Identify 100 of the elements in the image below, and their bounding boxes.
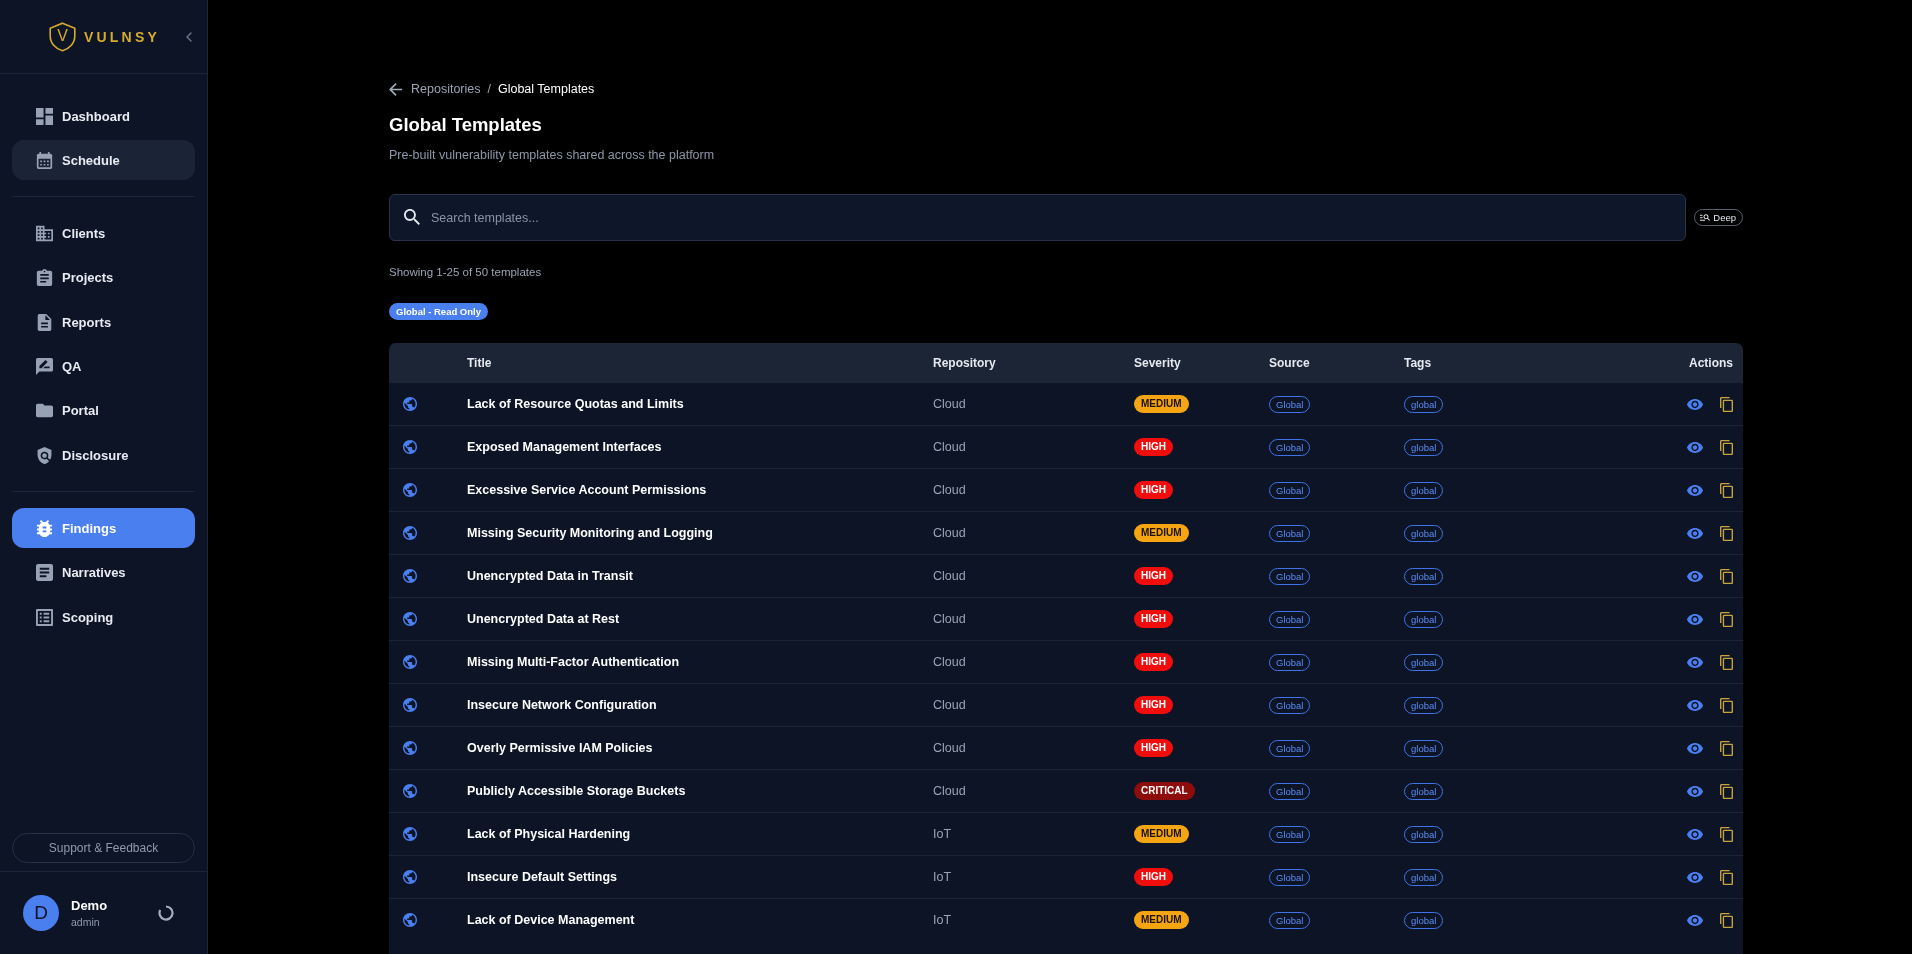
template-title[interactable]: Unencrypted Data in Transit <box>467 569 633 583</box>
search-field[interactable]: Search templates... <box>389 194 1687 241</box>
copy-icon <box>1720 783 1733 799</box>
copy-button[interactable] <box>1720 525 1733 541</box>
copy-icon <box>1720 826 1733 842</box>
template-title[interactable]: Unencrypted Data at Rest <box>467 612 620 626</box>
template-title[interactable]: Insecure Network Configuration <box>467 698 657 712</box>
copy-button[interactable] <box>1720 439 1733 455</box>
deep-search-button[interactable]: Deep <box>1694 209 1743 226</box>
page-subtitle: Pre-built vulnerability templates shared across the platform <box>389 147 716 163</box>
bug-icon <box>36 519 53 537</box>
eye-icon <box>1687 742 1703 754</box>
sidebar-nav-item[interactable]: Schedule <box>12 140 195 181</box>
view-button[interactable] <box>1687 871 1703 883</box>
template-title[interactable]: Insecure Default Settings <box>467 870 618 884</box>
breadcrumb-link[interactable]: Repositories <box>411 82 481 96</box>
sidebar-nav-item[interactable]: Projects <box>12 257 195 298</box>
view-button[interactable] <box>1687 398 1703 410</box>
template-title[interactable]: Exposed Management Interfaces <box>467 440 662 454</box>
sidebar-nav-item[interactable]: Narratives <box>12 552 195 593</box>
globe-icon <box>403 483 417 497</box>
view-button[interactable] <box>1687 656 1703 668</box>
copy-button[interactable] <box>1720 697 1733 713</box>
sidebar-nav-item[interactable]: Dashboard <box>12 96 195 136</box>
template-title[interactable]: Missing Multi-Factor Authentication <box>467 655 680 669</box>
collapse-button[interactable] <box>185 30 193 43</box>
template-title[interactable]: Lack of Device Management <box>467 913 635 927</box>
template-title[interactable]: Lack of Resource Quotas and Limits <box>467 397 684 411</box>
view-button[interactable] <box>1687 914 1703 926</box>
copy-button[interactable] <box>1720 740 1733 756</box>
globe-icon <box>403 526 417 540</box>
eye-icon <box>1687 613 1703 625</box>
copy-button[interactable] <box>1720 654 1733 670</box>
sidebar-nav-item[interactable]: Portal <box>12 390 195 431</box>
eye-icon <box>1687 828 1703 840</box>
globe-icon <box>403 397 417 411</box>
copy-icon <box>1720 611 1733 627</box>
sidebar-nav-item[interactable]: Disclosure <box>12 435 195 476</box>
repository-name: Cloud <box>933 784 966 798</box>
spinner-icon <box>158 905 174 921</box>
copy-button[interactable] <box>1720 611 1733 627</box>
view-button[interactable] <box>1687 570 1703 582</box>
sidebar-nav-item[interactable]: Clients <box>12 213 195 254</box>
document-icon <box>36 313 53 331</box>
breadcrumb-current: Global Templates <box>497 82 595 96</box>
search-icon <box>404 209 420 225</box>
copy-icon <box>1720 439 1733 455</box>
template-title[interactable]: Excessive Service Account Permissions <box>467 483 707 497</box>
column-header: Title <box>467 355 492 370</box>
severity-badge: HIGH <box>1134 696 1173 714</box>
view-button[interactable] <box>1687 527 1703 539</box>
back-button[interactable] <box>389 82 402 96</box>
template-title[interactable]: Publicly Accessible Storage Buckets <box>467 784 686 798</box>
view-button[interactable] <box>1687 484 1703 496</box>
sidebar-nav-item[interactable]: QA <box>12 346 195 387</box>
copy-button[interactable] <box>1720 783 1733 799</box>
copy-icon <box>1720 525 1733 541</box>
view-button[interactable] <box>1687 613 1703 625</box>
sidebar-nav-item[interactable]: Reports <box>12 302 195 343</box>
user-avatar[interactable]: D <box>23 895 59 931</box>
eye-icon <box>1687 785 1703 797</box>
template-title[interactable]: Lack of Physical Hardening <box>467 827 631 841</box>
copy-icon <box>1720 482 1733 498</box>
copy-button[interactable] <box>1720 826 1733 842</box>
column-header: Tags <box>1404 355 1432 370</box>
building-icon <box>36 224 53 242</box>
view-button[interactable] <box>1687 699 1703 711</box>
repository-name: IoT <box>933 870 952 884</box>
globe-icon <box>403 870 417 884</box>
globe-icon <box>403 569 417 583</box>
column-header: Severity <box>1134 355 1181 370</box>
eye-icon <box>1687 527 1703 539</box>
copy-button[interactable] <box>1720 396 1733 412</box>
view-button[interactable] <box>1687 785 1703 797</box>
globe-icon <box>403 913 417 927</box>
view-button[interactable] <box>1687 742 1703 754</box>
globe-icon <box>403 784 417 798</box>
view-button[interactable] <box>1687 828 1703 840</box>
copy-button[interactable] <box>1720 568 1733 584</box>
sidebar-nav-item[interactable]: Scoping <box>12 597 195 638</box>
copy-button[interactable] <box>1720 869 1733 885</box>
copy-icon <box>1720 568 1733 584</box>
view-button[interactable] <box>1687 441 1703 453</box>
user-name: Demo <box>71 898 108 913</box>
repository-name: Cloud <box>933 526 966 540</box>
clipboard-icon <box>36 269 53 287</box>
template-title[interactable]: Missing Security Monitoring and Logging <box>467 526 713 540</box>
list-search-icon <box>1700 214 1711 221</box>
eye-icon <box>1687 484 1703 496</box>
repository-name: Cloud <box>933 440 966 454</box>
copy-button[interactable] <box>1720 912 1733 928</box>
repository-name: Cloud <box>933 741 966 755</box>
copy-button[interactable] <box>1720 482 1733 498</box>
copy-icon <box>1720 740 1733 756</box>
breadcrumb-separator: / <box>487 82 491 96</box>
calendar-icon <box>36 151 53 169</box>
sidebar-nav-item[interactable]: Findings <box>12 508 195 549</box>
template-title[interactable]: Overly Permissive IAM Policies <box>467 741 653 755</box>
globe-icon <box>403 440 417 454</box>
article-icon <box>36 564 53 582</box>
